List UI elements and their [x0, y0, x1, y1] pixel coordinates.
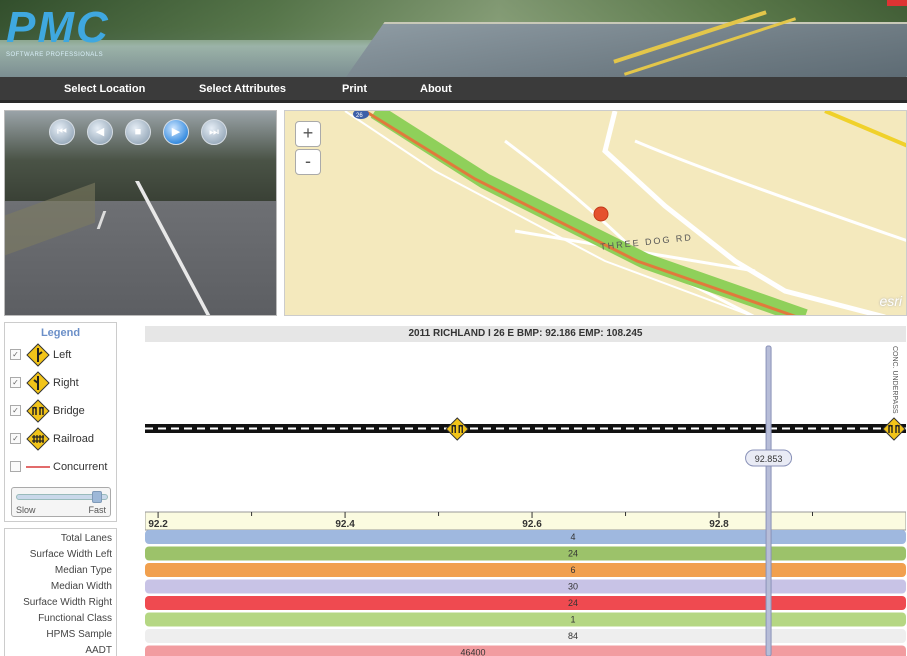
cursor-value-label: 92.853: [755, 454, 783, 464]
legend-item-right: ✓ Right: [9, 371, 117, 395]
concurrent-line-icon: [26, 466, 50, 468]
attribute-bar-value: 24: [568, 598, 578, 608]
bridge-marker[interactable]: [445, 417, 469, 441]
attribute-bar: [145, 596, 906, 610]
speed-slow-label: Slow: [16, 505, 36, 515]
right-merge-sign-icon: [26, 371, 50, 395]
legend-right-checkbox[interactable]: ✓: [10, 377, 21, 388]
banner-corner-mark: [887, 0, 907, 6]
legend-left-label: Left: [53, 349, 72, 361]
attr-label-median-type: Median Type: [54, 565, 112, 576]
banner-road-image: [335, 22, 907, 77]
attribute-bar-value: 6: [570, 565, 575, 575]
nav-print[interactable]: Print: [342, 83, 367, 95]
zoom-out-button[interactable]: -: [295, 149, 321, 175]
legend-item-bridge: ✓ Bridge: [9, 399, 117, 423]
next-icon[interactable]: ⏭: [201, 119, 227, 145]
attr-label-median-width: Median Width: [50, 581, 112, 592]
legend-railroad-label: Railroad: [53, 433, 94, 445]
attribute-bar: [145, 530, 906, 544]
first-frame-icon[interactable]: ⏮: [49, 119, 75, 145]
zoom-in-button[interactable]: +: [295, 121, 321, 147]
logo-letters: PMC: [6, 3, 110, 52]
railroad-sign-icon: [26, 427, 50, 451]
legend-item-left: ✓ Left: [9, 343, 117, 367]
strip-canvas[interactable]: 92.2 92.4 92.6 92.8 4 24 6 30 24 1 84 46400 CONC. …: [145, 342, 906, 656]
attribute-bar: [145, 645, 906, 656]
axis-tick-label: 92.8: [709, 519, 729, 530]
attribute-bar: [145, 612, 906, 627]
speed-fast-label: Fast: [88, 505, 106, 515]
milepost-cursor[interactable]: [765, 345, 772, 656]
bridge-sign-icon: [882, 417, 906, 441]
video-panel: ⏮ ◀ ■ ▶ ⏭: [4, 110, 277, 316]
esri-attribution: esri: [879, 293, 902, 309]
pmc-logo: PMC SOFTWARE PROFESSIONALS: [6, 6, 146, 66]
attribute-labels-panel: Total Lanes Surface Width Left Median Ty…: [4, 528, 117, 656]
attribute-bar: [145, 546, 906, 561]
attribute-bar-value: 4: [570, 532, 575, 542]
legend-right-label: Right: [53, 377, 79, 389]
legend-bridge-label: Bridge: [53, 405, 85, 417]
speed-slider-handle[interactable]: [91, 491, 102, 503]
axis-tick-label: 92.4: [335, 519, 355, 530]
route-shield-label: 26: [356, 113, 363, 119]
attr-label-total-lanes: Total Lanes: [60, 533, 112, 544]
legend-left-checkbox[interactable]: ✓: [10, 349, 21, 360]
attribute-bar-value: 1: [570, 615, 575, 625]
legend-item-concurrent: Concurrent: [9, 455, 117, 479]
attr-label-surface-width-right: Surface Width Right: [23, 597, 112, 608]
bridge-marker[interactable]: [882, 417, 906, 441]
legend-concurrent-checkbox[interactable]: [10, 461, 21, 472]
header-banner: PMC SOFTWARE PROFESSIONALS: [0, 0, 907, 77]
playback-speed-slider[interactable]: Slow Fast: [11, 487, 111, 517]
straight-line-diagram[interactable]: 2011 RICHLAND I 26 E BMP: 92.186 EMP: 10…: [145, 326, 906, 656]
axis-tick-label: 92.2: [148, 519, 168, 530]
legend-railroad-checkbox[interactable]: ✓: [10, 433, 21, 444]
attribute-bar: [145, 579, 906, 594]
legend-title: Legend: [40, 327, 81, 339]
strip-title: 2011 RICHLAND I 26 E BMP: 92.186 EMP: 10…: [145, 326, 906, 342]
attribute-bar-value: 84: [568, 631, 578, 641]
previous-icon[interactable]: ◀: [87, 119, 113, 145]
attr-label-surface-width-left: Surface Width Left: [29, 549, 112, 560]
map-panel[interactable]: 26 + - THREE DOG RD esri: [284, 110, 907, 316]
nav-select-location[interactable]: Select Location: [64, 83, 145, 95]
stop-icon[interactable]: ■: [125, 119, 151, 145]
axis-tick-label: 92.6: [522, 519, 542, 530]
nav-about[interactable]: About: [420, 83, 452, 95]
play-icon[interactable]: ▶: [163, 119, 189, 145]
bridge-sign-icon: [445, 417, 469, 441]
bridge-sign-icon: [26, 399, 50, 423]
attribute-bar: [145, 629, 906, 643]
current-location-marker: [593, 206, 609, 222]
nav-select-attributes[interactable]: Select Attributes: [199, 83, 286, 95]
legend-bridge-checkbox[interactable]: ✓: [10, 405, 21, 416]
attr-label-hpms-sample: HPMS Sample: [46, 629, 112, 640]
attribute-bar: [145, 563, 906, 577]
attr-label-aadt: AADT: [85, 645, 112, 656]
main-nav: Select Location Select Attributes Print …: [0, 77, 907, 103]
legend-item-railroad: ✓ Railroad: [9, 427, 117, 451]
legend-panel: Legend ✓ Left ✓ Right ✓ Bridge ✓ Railroa…: [4, 322, 117, 522]
logo-tagline: SOFTWARE PROFESSIONALS: [6, 52, 104, 58]
attribute-bars: 4 24 6 30 24 1 84 46400: [145, 530, 906, 656]
attribute-bar-value: 24: [568, 549, 578, 559]
map-canvas: 26: [344, 111, 906, 315]
left-merge-sign-icon: [26, 343, 50, 367]
attribute-bar-value: 30: [568, 582, 578, 592]
attribute-bar-value: 46400: [460, 648, 485, 656]
underpass-annotation: CONC. UNDERPASS: [891, 346, 898, 414]
attr-label-functional-class: Functional Class: [38, 613, 112, 624]
legend-concurrent-label: Concurrent: [53, 461, 108, 473]
